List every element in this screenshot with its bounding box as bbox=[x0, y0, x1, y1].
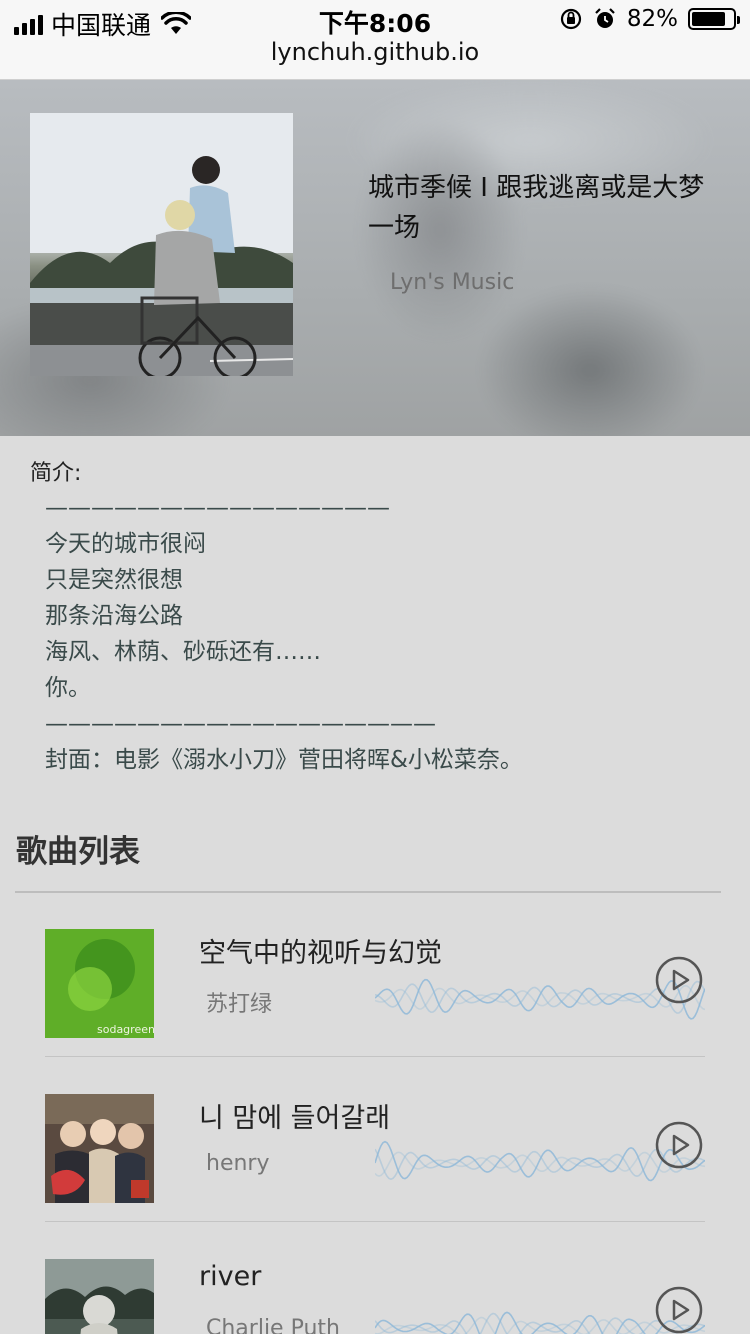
song-separator bbox=[45, 1221, 705, 1222]
song-cover: sodagreen bbox=[45, 929, 154, 1038]
intro-line: ——————————————— bbox=[45, 495, 390, 521]
song-cover-label: sodagreen bbox=[97, 1023, 154, 1036]
battery-fill bbox=[692, 12, 725, 26]
alarm-icon bbox=[595, 8, 615, 28]
status-right: 82% bbox=[559, 6, 740, 32]
rotation-lock-icon bbox=[560, 8, 581, 30]
intro-text: ——————————————— 今天的城市很闷 只是突然很想 那条沿海公路 海风… bbox=[45, 490, 523, 778]
song-item[interactable]: river Charlie Puth bbox=[45, 1223, 705, 1334]
intro-line: 你。 bbox=[45, 675, 91, 701]
song-name: river bbox=[199, 1261, 262, 1292]
song-cover bbox=[45, 1259, 154, 1334]
song-item[interactable]: sodagreen 空气中的视听与幻觉 苏打绿 bbox=[45, 893, 705, 1058]
play-icon[interactable] bbox=[655, 956, 703, 1004]
song-name: 니 맘에 들어갈래 bbox=[199, 1103, 391, 1134]
album-cover-art bbox=[30, 113, 293, 376]
song-item[interactable]: 니 맘에 들어갈래 henry bbox=[45, 1058, 705, 1223]
album-title: 城市季候 I 跟我逃离或是大梦一场 bbox=[368, 173, 705, 243]
intro-label: 简介: bbox=[30, 461, 82, 486]
song-artist: henry bbox=[206, 1151, 270, 1176]
album-header: 城市季候 I 跟我逃离或是大梦一场 Lyn's Music bbox=[0, 80, 750, 436]
intro-line: 海风、林荫、砂砾还有…… bbox=[45, 639, 321, 665]
song-artist: Charlie Puth bbox=[206, 1316, 340, 1334]
battery-percent: 82% bbox=[626, 6, 678, 32]
intro-line: 只是突然很想 bbox=[45, 567, 183, 593]
song-list-title: 歌曲列表 bbox=[16, 834, 140, 870]
play-icon[interactable] bbox=[655, 1286, 703, 1334]
play-icon[interactable] bbox=[655, 1121, 703, 1169]
page-url[interactable]: lynchuh.github.io bbox=[0, 38, 750, 66]
album-cover bbox=[30, 113, 293, 376]
song-separator bbox=[45, 1056, 705, 1057]
battery-icon bbox=[688, 8, 740, 30]
intro-line: 那条沿海公路 bbox=[45, 603, 183, 629]
intro-line: 封面：电影《溺水小刀》菅田将晖&小松菜奈。 bbox=[45, 747, 523, 773]
song-cover bbox=[45, 1094, 154, 1203]
album-author: Lyn's Music bbox=[390, 270, 515, 295]
song-cover-art bbox=[45, 1259, 154, 1334]
song-cover-art bbox=[45, 1094, 154, 1203]
intro-line: 今天的城市很闷 bbox=[45, 531, 206, 557]
song-artist: 苏打绿 bbox=[206, 992, 273, 1017]
status-bar: 中国联通 下午8:06 82% lynchuh.github.io bbox=[0, 0, 750, 80]
song-cover-art: sodagreen bbox=[45, 929, 154, 1038]
intro-line: ————————————————— bbox=[45, 711, 436, 737]
